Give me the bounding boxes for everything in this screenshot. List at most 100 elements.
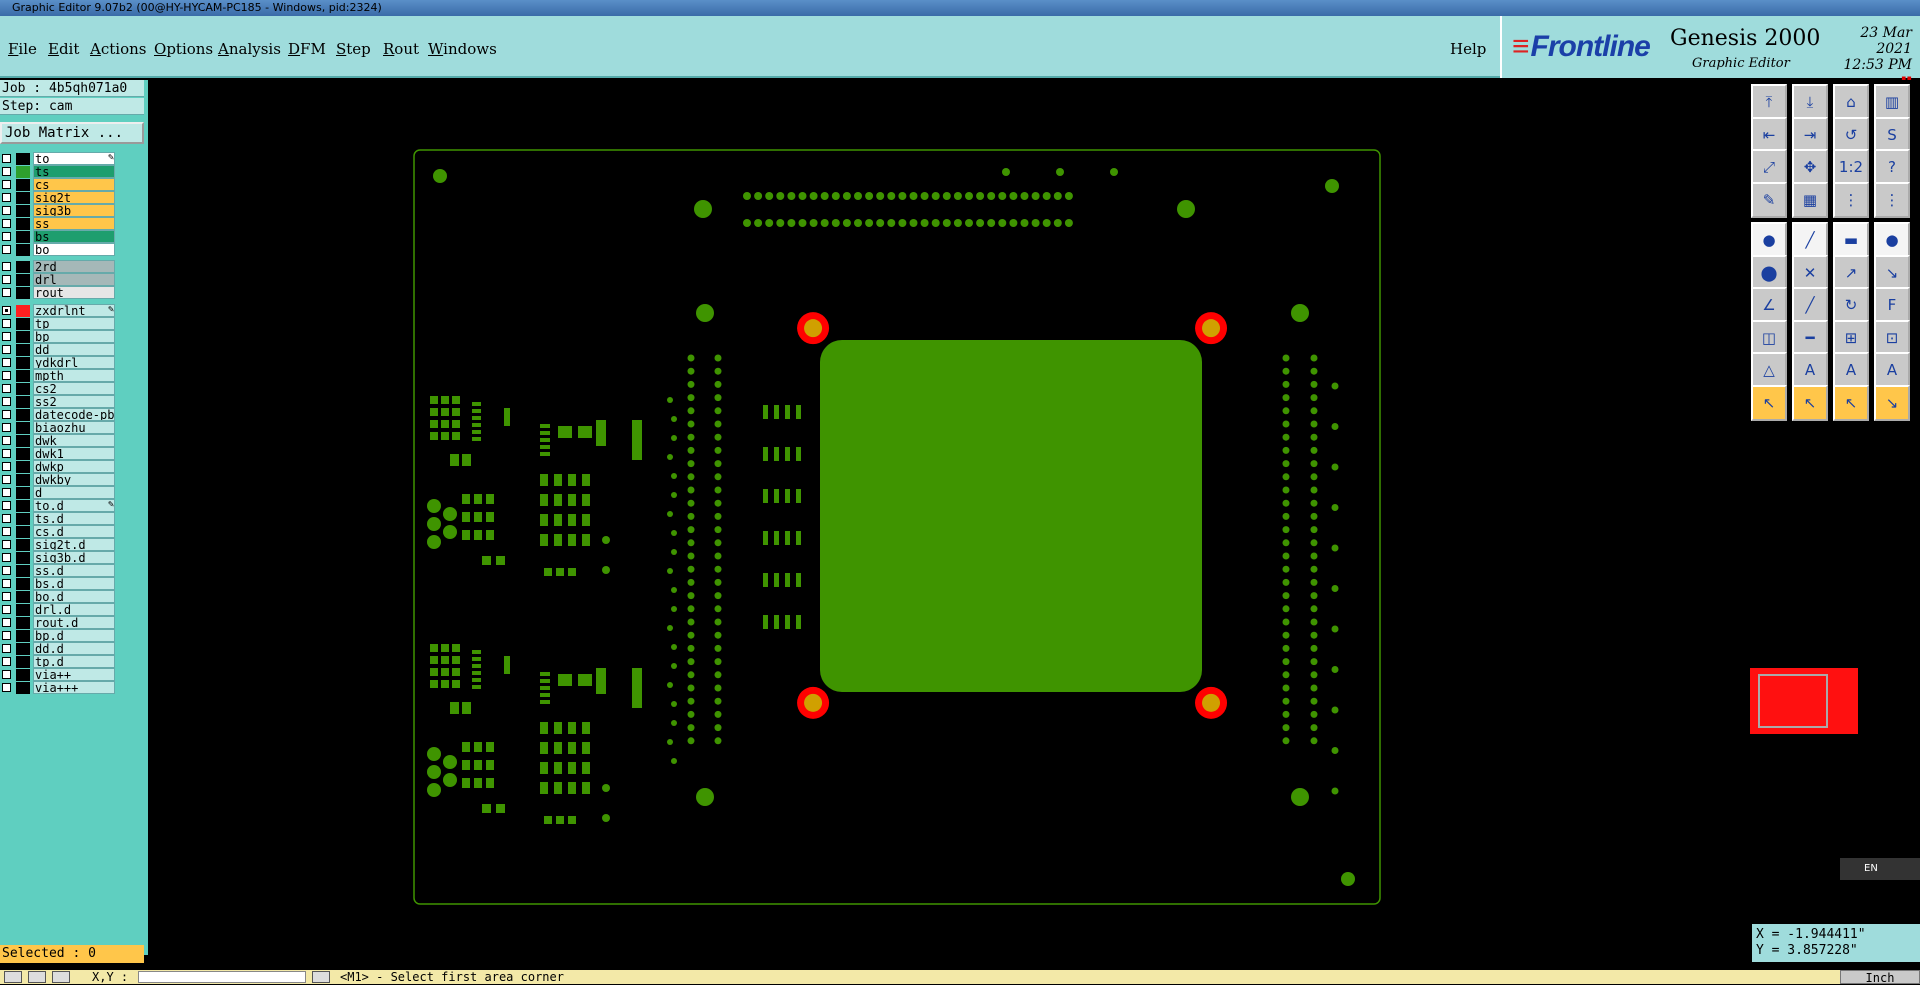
layer-checkbox[interactable] xyxy=(2,371,11,380)
add-line-icon[interactable]: ╱ xyxy=(1792,222,1828,258)
layer-name[interactable]: 2rd xyxy=(33,260,115,273)
layer-name[interactable]: mpth xyxy=(33,369,115,382)
move-icon[interactable]: ↗ xyxy=(1833,254,1869,291)
add-text-icon[interactable]: ▬ xyxy=(1833,222,1869,258)
layer-row[interactable]: dwkby xyxy=(0,473,118,487)
menu-options[interactable]: Options xyxy=(154,40,213,58)
layer-row[interactable]: 2rd xyxy=(0,260,118,274)
layer-row[interactable]: zxdrlnt ✎ xyxy=(0,304,118,318)
layer-checkbox[interactable] xyxy=(2,358,11,367)
layer-name[interactable]: ss2 xyxy=(33,395,115,408)
layer-checkbox[interactable] xyxy=(2,397,11,406)
layer-name[interactable]: rout xyxy=(33,286,115,299)
layer-color-swatch[interactable] xyxy=(16,409,30,421)
layer-name[interactable]: drl.d xyxy=(33,603,115,616)
layer-name[interactable]: sig3b xyxy=(33,204,115,217)
layer-color-swatch[interactable] xyxy=(16,617,30,629)
layer-color-swatch[interactable] xyxy=(16,244,30,256)
layer-color-swatch[interactable] xyxy=(16,231,30,243)
layer-row[interactable]: sig3b xyxy=(0,204,118,218)
layer-name[interactable]: ss.d xyxy=(33,564,115,577)
layer-checkbox[interactable] xyxy=(2,501,11,510)
layer-name[interactable]: dwk1 xyxy=(33,447,115,460)
layer-color-swatch[interactable] xyxy=(16,565,30,577)
layer-name[interactable]: dwkp xyxy=(33,460,115,473)
layer-color-swatch[interactable] xyxy=(16,218,30,230)
layer-color-swatch[interactable] xyxy=(16,287,30,299)
layer-row[interactable]: cs xyxy=(0,178,118,192)
layer-row[interactable]: rout.d xyxy=(0,616,118,630)
layer-row[interactable]: dwk1 xyxy=(0,447,118,461)
layer-row[interactable]: sig2t.d xyxy=(0,538,118,552)
layer-color-swatch[interactable] xyxy=(16,682,30,694)
layer-color-swatch[interactable] xyxy=(16,344,30,356)
layer-color-swatch[interactable] xyxy=(16,205,30,217)
graphic-canvas[interactable] xyxy=(148,80,1748,970)
layer-row[interactable]: bo.d xyxy=(0,590,118,604)
layer-name[interactable]: ydkdrl xyxy=(33,356,115,369)
layer-name[interactable]: bp.d xyxy=(33,629,115,642)
triangle-d-icon[interactable]: A xyxy=(1874,352,1910,388)
layer-row[interactable]: rout xyxy=(0,286,118,300)
layer-checkbox[interactable] xyxy=(2,410,11,419)
layer-checkbox[interactable] xyxy=(2,306,11,315)
checkmark-icon[interactable] xyxy=(28,971,46,983)
net-highlight-icon[interactable]: ⋮ xyxy=(1833,181,1869,218)
measure-icon[interactable]: ✎ xyxy=(1751,181,1787,218)
layer-color-swatch[interactable] xyxy=(16,461,30,473)
copy-icon[interactable]: ↘ xyxy=(1874,254,1910,291)
save-job-icon[interactable]: ⤓ xyxy=(1792,84,1828,120)
layer-checkbox[interactable] xyxy=(2,553,11,562)
triangle-a-icon[interactable]: △ xyxy=(1751,352,1787,388)
layer-checkbox[interactable] xyxy=(2,488,11,497)
layer-checkbox[interactable] xyxy=(2,319,11,328)
layer-color-swatch[interactable] xyxy=(16,370,30,382)
layer-color-swatch[interactable] xyxy=(16,331,30,343)
layer-row[interactable]: tp.d xyxy=(0,655,118,669)
layer-row[interactable]: via++ xyxy=(0,668,118,682)
layer-name[interactable]: cs.d xyxy=(33,525,115,538)
cut-line-icon[interactable]: ╱ xyxy=(1792,287,1828,323)
layer-name[interactable]: tp xyxy=(33,317,115,330)
layer-name[interactable]: ss xyxy=(33,217,115,230)
layer-color-swatch[interactable] xyxy=(16,448,30,460)
open-job-icon[interactable]: ⤒ xyxy=(1751,84,1787,120)
layer-color-swatch[interactable] xyxy=(16,357,30,369)
layer-name[interactable]: drl xyxy=(33,273,115,286)
layer-color-swatch[interactable] xyxy=(16,656,30,668)
step-out-icon[interactable]: ⇥ xyxy=(1792,116,1828,153)
layer-row[interactable]: ss.d xyxy=(0,564,118,578)
layer-color-swatch[interactable] xyxy=(16,539,30,551)
layer-color-swatch[interactable] xyxy=(16,435,30,447)
enter-icon[interactable] xyxy=(312,971,330,983)
layer-color-swatch[interactable] xyxy=(16,604,30,616)
layer-checkbox[interactable] xyxy=(2,566,11,575)
layer-row[interactable]: drl xyxy=(0,273,118,287)
layer-row[interactable]: bp xyxy=(0,330,118,344)
layer-name[interactable]: biaozhu xyxy=(33,421,115,434)
layer-compare-icon[interactable]: ⋮ xyxy=(1874,181,1910,218)
layer-name[interactable]: bs xyxy=(33,230,115,243)
layer-row[interactable]: datecode-pbc xyxy=(0,408,118,422)
menu-edit[interactable]: Edit xyxy=(48,40,79,58)
menu-help[interactable]: Help xyxy=(1450,40,1486,58)
layer-checkbox[interactable] xyxy=(2,644,11,653)
layer-name[interactable]: to.d xyxy=(33,499,115,512)
layer-name[interactable]: dd.d xyxy=(33,642,115,655)
grid-toggle-icon[interactable]: ▦ xyxy=(1792,181,1828,218)
layer-checkbox[interactable] xyxy=(2,332,11,341)
layer-checkbox[interactable] xyxy=(2,206,11,215)
layer-row[interactable]: dd xyxy=(0,343,118,357)
ime-indicator[interactable]: EN xyxy=(1840,858,1920,880)
help-icon[interactable]: ? xyxy=(1874,149,1910,185)
layer-checkbox[interactable] xyxy=(2,167,11,176)
layer-checkbox[interactable] xyxy=(2,288,11,297)
menu-actions[interactable]: Actions xyxy=(90,40,146,58)
layer-color-swatch[interactable] xyxy=(16,513,30,525)
layer-color-swatch[interactable] xyxy=(16,318,30,330)
layer-color-swatch[interactable] xyxy=(16,500,30,512)
add-pad-icon[interactable]: ● xyxy=(1751,222,1787,258)
layer-row[interactable]: sig3b.d xyxy=(0,551,118,565)
layer-row[interactable]: dwkp xyxy=(0,460,118,474)
units-button[interactable]: Inch xyxy=(1840,970,1920,985)
